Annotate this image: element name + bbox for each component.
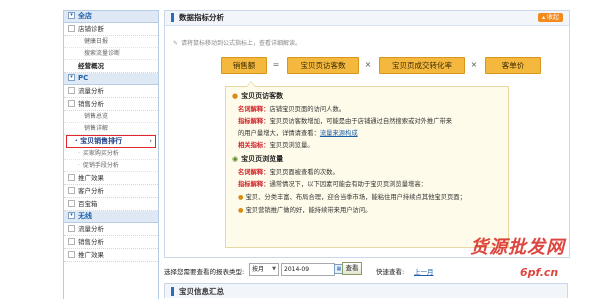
formula-conversion[interactable]: 宝贝页成交转化率 xyxy=(379,57,465,74)
title-bar-marker xyxy=(171,286,174,296)
sidebar-item-store-diagnosis[interactable]: 店铺诊断 xyxy=(64,23,158,36)
formula-times-1: × xyxy=(364,60,372,69)
pencil-icon: ✎ xyxy=(173,40,179,47)
watermark-url: 6pf.cn xyxy=(520,266,559,279)
sidebar-item-pc-traffic[interactable]: 流量分析 xyxy=(64,85,158,98)
bullet-icon: · xyxy=(75,137,78,145)
metrics-panel: 数据指标分析 ▴ 收起 ✎ 请将鼠标移动到公式指标上，查看详细解读。 销售额 = … xyxy=(164,10,570,258)
chevron-down-icon: ▼ xyxy=(272,266,276,272)
traffic-source-link[interactable]: 流量来源构成 xyxy=(320,130,358,137)
collapse-icon xyxy=(68,24,75,32)
detail-title-visitors: ● 宝贝页访客数 xyxy=(232,92,284,100)
bullet-icon: · xyxy=(78,150,80,157)
chevron-right-icon: › xyxy=(149,137,152,145)
sidebar-item-overview[interactable]: 经营概况 xyxy=(64,60,158,73)
eye-icon: ◉ xyxy=(232,155,239,163)
sidebar-subitem-search-traffic[interactable]: 搜索流量诊断 xyxy=(64,48,158,60)
sidebar-section-pc[interactable]: ▾ PC xyxy=(64,73,158,85)
sidebar-subitem-health-daily[interactable]: 健康日报 xyxy=(64,36,158,48)
metric-detail-popup: ● 宝贝页访客数 名词解释：店铺宝贝页面的访问人数。 指标解释：宝贝页访客数增加，… xyxy=(225,81,509,248)
collapse-icon: ▾ xyxy=(68,73,75,81)
expand-icon xyxy=(68,199,75,207)
watermark-logo: 货源批发网 xyxy=(470,237,565,258)
sales-formula: 销售额 = 宝贝页访客数 × 宝贝页成交转化率 × 客单价 xyxy=(221,57,551,74)
sidebar-item-customer-analysis[interactable]: 客户分析 xyxy=(64,185,158,198)
sidebar-item-wireless-sales[interactable]: 销售分析 xyxy=(64,236,158,249)
collapse-icon: ▾ xyxy=(68,11,75,19)
detail-title-pageviews: ◉ 宝贝页浏览量 xyxy=(232,155,284,163)
date-input[interactable]: 2014-09 xyxy=(281,263,335,276)
sidebar-subitem-item-ranking[interactable]: · 宝贝销售排行 › xyxy=(66,135,156,148)
last-month-link[interactable]: 上一月 xyxy=(414,266,434,276)
sidebar-item-promo-effect[interactable]: 推广效果 xyxy=(64,172,158,185)
detail-def-pageviews: 名词解释：宝贝页面被查看的次数。 xyxy=(238,169,339,176)
sidebar-item-pc-sales[interactable]: 销售分析 xyxy=(64,98,158,111)
expand-icon xyxy=(68,224,75,232)
sidebar-subitem-buyer-analysis[interactable]: · 买家购买分析 xyxy=(64,148,158,160)
formula-sales[interactable]: 销售额 xyxy=(221,57,267,74)
period-select[interactable]: 按月 ▼ xyxy=(249,263,279,276)
detail-exp-visitors: 指标解释：宝贝页访客数增加，可能是由于店铺通过自然搜索或对外推广带来 xyxy=(238,118,453,125)
expand-icon xyxy=(68,186,75,194)
collapse-icon: ▾ xyxy=(68,211,75,219)
expand-icon xyxy=(68,173,75,181)
formula-visitors[interactable]: 宝贝页访客数 xyxy=(287,57,359,74)
title-bar-marker xyxy=(171,12,174,22)
sidebar-section-all-store[interactable]: ▾ 全店 xyxy=(64,11,158,23)
sidebar-section-wireless[interactable]: ▾ 无线 xyxy=(64,211,158,223)
report-query-bar: 选择您需要查看的报表类型: 按月 ▼ 2014-09 ▦ 查看 快速查看: 上一月 xyxy=(164,262,568,277)
sidebar-subitem-sales-detail[interactable]: 销售详解 xyxy=(64,123,158,135)
formula-times-2: × xyxy=(470,60,478,69)
sidebar-item-wireless-traffic[interactable]: 流量分析 xyxy=(64,223,158,236)
detail-bullet-1: ● 宝贝、分类丰富、布局合理，迎合当季市场，能粘住用户持续点其他宝贝页面； xyxy=(238,194,466,201)
panel-title: 数据指标分析 xyxy=(179,13,224,22)
detail-exp-visitors-cont: 的用户量增大，详情请查看：流量来源构成 xyxy=(238,130,358,137)
quick-view-label: 快速查看: xyxy=(376,268,405,276)
expand-icon xyxy=(68,237,75,245)
collapse-button[interactable]: ▴ 收起 xyxy=(538,13,563,22)
panel-header: 数据指标分析 ▴ 收起 xyxy=(165,11,569,26)
bullet-icon: · xyxy=(78,162,80,169)
collapse-icon xyxy=(68,99,75,107)
bag-icon: ● xyxy=(238,207,244,214)
formula-hint: ✎ 请将鼠标移动到公式指标上，查看详细解读。 xyxy=(173,40,302,47)
view-button[interactable]: 查看 xyxy=(342,262,362,275)
sidebar-item-toolbox[interactable]: 百宝箱 xyxy=(64,198,158,211)
detail-exp-pageviews: 指标解释：通常情况下，以下因素可能会有助于宝贝页浏览量增高： xyxy=(238,181,427,188)
sidebar-item-wireless-promo[interactable]: 推广效果 xyxy=(64,249,158,262)
sidebar-subitem-sales-overview[interactable]: 销售总览 xyxy=(64,111,158,123)
detail-related-visitors: 相关指标：宝贝页浏览量。 xyxy=(238,142,314,149)
detail-def-visitors: 名词解释：店铺宝贝页面的访问人数。 xyxy=(238,106,346,113)
sidebar-nav: ▾ 全店 店铺诊断 健康日报 搜索流量诊断 经营概况 ▾ PC 流量分析 销售分析 … xyxy=(63,10,159,299)
item-summary-header: 宝贝信息汇总 xyxy=(164,283,568,298)
formula-aov[interactable]: 客单价 xyxy=(485,57,541,74)
bag-icon: ● xyxy=(232,92,239,100)
report-type-label: 选择您需要查看的报表类型: xyxy=(164,268,245,276)
expand-icon xyxy=(68,86,75,94)
sidebar-subitem-promo-analysis[interactable]: · 促销手段分析 xyxy=(64,160,158,172)
expand-icon xyxy=(68,250,75,258)
formula-equals: = xyxy=(272,60,280,69)
bag-icon: ● xyxy=(238,194,244,201)
detail-bullet-2: ● 宝贝营销推广做的好，能持续带来用户访问。 xyxy=(238,207,372,214)
